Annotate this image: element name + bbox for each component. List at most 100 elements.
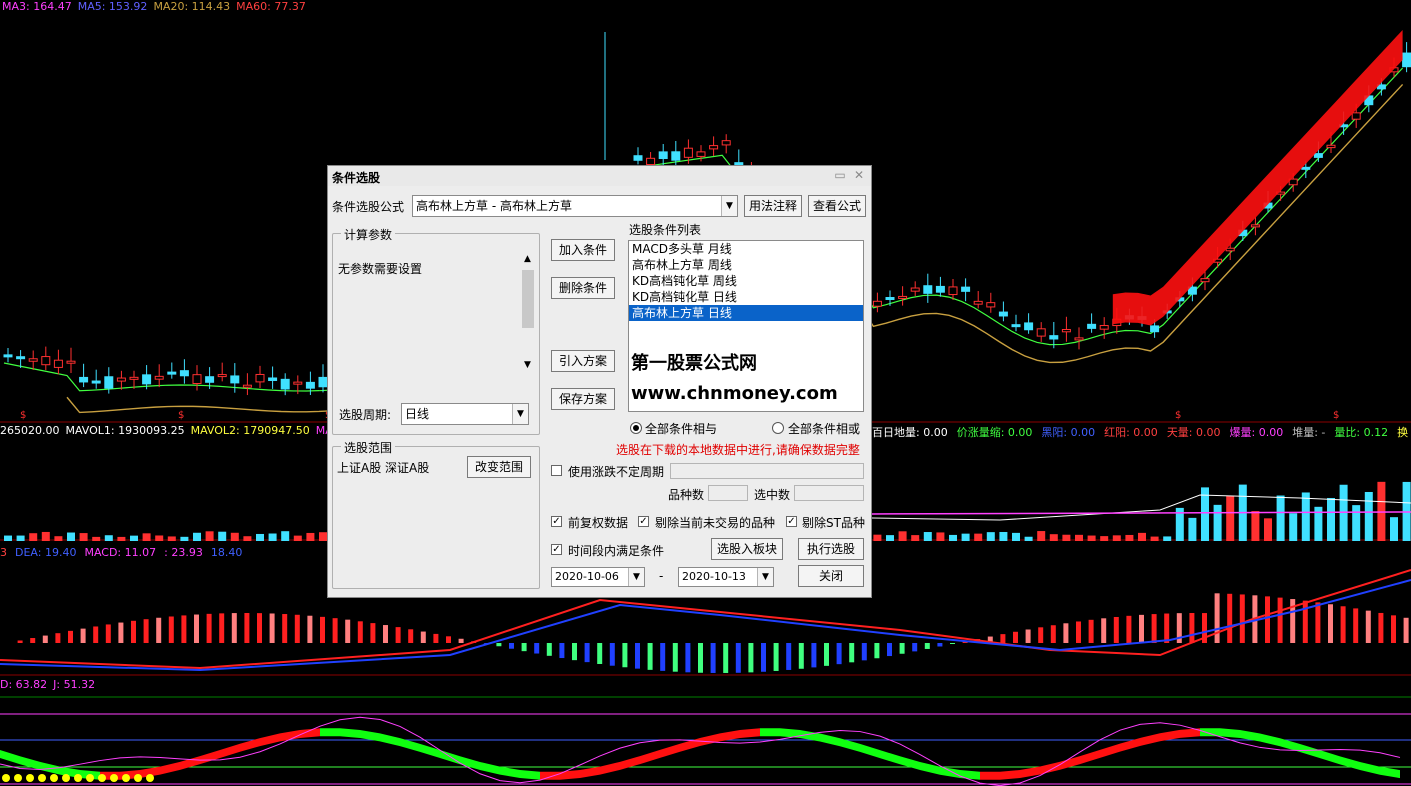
condition-list-item[interactable]: 高布林上方草 日线 bbox=[629, 305, 863, 321]
volume-bar bbox=[54, 536, 63, 541]
exclude-untraded-label[interactable]: 剔除当前未交易的品种 bbox=[655, 514, 775, 531]
volume-bar bbox=[218, 531, 227, 541]
scroll-thumb[interactable] bbox=[522, 270, 534, 328]
count-label: 品种数 bbox=[668, 488, 705, 502]
macd-bar bbox=[131, 620, 136, 643]
import-scheme-button[interactable]: 引入方案 bbox=[551, 350, 615, 372]
volume-bar bbox=[92, 536, 101, 541]
macd-bar bbox=[1227, 593, 1233, 643]
time-segment-checkbox[interactable]: ✓ bbox=[551, 544, 562, 555]
change-range-button[interactable]: 改变范围 bbox=[467, 456, 531, 478]
radio-all-or[interactable] bbox=[772, 422, 784, 434]
radio-all-and[interactable] bbox=[630, 422, 642, 434]
date-from-picker[interactable]: 2020-10-06 ▼ bbox=[551, 567, 645, 587]
chevron-down-icon[interactable]: ▼ bbox=[628, 568, 644, 586]
add-to-block-button[interactable]: 选股入板块 bbox=[711, 538, 783, 560]
macd-bar bbox=[1403, 617, 1409, 643]
macd-bar bbox=[257, 613, 262, 643]
scroll-down-icon[interactable]: ▼ bbox=[520, 360, 535, 374]
kdj-dot bbox=[86, 774, 94, 782]
condition-list-item[interactable]: KD高档钝化草 日线 bbox=[629, 289, 863, 305]
kdj-dot bbox=[134, 774, 142, 782]
prev-restore-checkbox[interactable]: ✓ bbox=[551, 516, 562, 527]
exclude-st-checkbox[interactable]: ✓ bbox=[786, 516, 797, 527]
watermark-url: www.chnmoney.com bbox=[631, 383, 838, 404]
view-formula-button[interactable]: 查看公式 bbox=[808, 195, 866, 217]
prev-restore-label[interactable]: 前复权数据 bbox=[568, 514, 628, 531]
condition-list-item[interactable]: KD高档钝化草 周线 bbox=[629, 273, 863, 289]
indicator-value: 百日地量: 0.00 bbox=[872, 426, 948, 439]
candle-body bbox=[66, 360, 76, 364]
scroll-up-icon[interactable]: ▲ bbox=[520, 254, 535, 268]
volume-bar bbox=[1075, 534, 1083, 541]
delete-condition-button[interactable]: 删除条件 bbox=[551, 277, 615, 299]
macd-bar bbox=[647, 643, 653, 670]
chevron-down-icon[interactable]: ▼ bbox=[757, 568, 773, 586]
params-scrollbar[interactable]: ▲ ▼ bbox=[520, 254, 535, 374]
macd-bar bbox=[1113, 616, 1119, 643]
execute-button[interactable]: 执行选股 bbox=[798, 538, 864, 560]
dialog-titlebar[interactable]: 条件选股 ▭ ✕ bbox=[328, 166, 871, 186]
add-condition-button[interactable]: 加入条件 bbox=[551, 239, 615, 261]
params-group: 计算参数 无参数需要设置 ▲ ▼ 选股周期: 日线 ▼ bbox=[332, 226, 540, 435]
macd-bar bbox=[231, 613, 237, 643]
condition-list-item[interactable]: 高布林上方草 周线 bbox=[629, 257, 863, 273]
save-scheme-button[interactable]: 保存方案 bbox=[551, 388, 615, 410]
macd-bar bbox=[685, 643, 691, 673]
macd-bar bbox=[307, 615, 313, 643]
chevron-down-icon[interactable]: ▼ bbox=[721, 196, 737, 216]
volume-bar bbox=[1264, 518, 1272, 541]
kdj-ribbon-segment bbox=[740, 728, 760, 738]
period-select[interactable]: 日线 ▼ bbox=[401, 403, 529, 425]
formula-select[interactable]: 高布林上方草 - 高布林上方草 ▼ bbox=[412, 195, 738, 217]
macd-bar bbox=[1391, 615, 1396, 643]
candle-body bbox=[1402, 52, 1411, 68]
kdj-ribbon-segment bbox=[560, 769, 580, 780]
condition-list-item[interactable]: MACD多头草 月线 bbox=[629, 241, 863, 257]
indicator-value: MAVOL1: 1930093.25 bbox=[65, 424, 185, 437]
candle-body bbox=[1011, 324, 1021, 328]
kdj-ribbon-segment bbox=[980, 771, 1000, 780]
volume-bar bbox=[1213, 504, 1222, 541]
volume-bar bbox=[193, 532, 201, 541]
time-segment-label[interactable]: 时间段内满足条件 bbox=[568, 542, 664, 559]
exclude-untraded-checkbox[interactable]: ✓ bbox=[638, 516, 649, 527]
volume-bar bbox=[949, 534, 957, 541]
chevron-down-icon[interactable]: ▼ bbox=[512, 404, 528, 424]
macd-bar bbox=[1214, 593, 1220, 643]
kdj-ribbon-segment bbox=[200, 749, 220, 765]
period-progress-field bbox=[670, 463, 864, 479]
condition-list[interactable]: MACD多头草 月线 高布林上方草 周线 KD高档钝化草 周线 KD高档钝化草 日线高… bbox=[628, 240, 864, 412]
kdj-ribbon-segment bbox=[940, 766, 960, 779]
indicator-value: : 23.93 bbox=[164, 546, 203, 559]
exclude-st-label[interactable]: 剔除ST品种 bbox=[802, 514, 865, 531]
volume-bar bbox=[1188, 517, 1197, 541]
macd-bar bbox=[1038, 627, 1044, 643]
kdj-dot bbox=[146, 774, 154, 782]
candle-body bbox=[683, 147, 693, 158]
kdj-ribbon-segment bbox=[1300, 743, 1320, 759]
help-icon[interactable]: ▭ bbox=[833, 168, 847, 182]
indicator-value: MA60: 77.37 bbox=[236, 0, 306, 13]
indicator-value: MACD: 11.07 bbox=[84, 546, 157, 559]
radio-all-and-label[interactable]: 全部条件相与 bbox=[645, 420, 717, 437]
macd-bar bbox=[698, 643, 703, 673]
macd-bar bbox=[937, 643, 943, 647]
close-button[interactable]: 关闭 bbox=[798, 565, 864, 587]
kdj-ribbon-segment bbox=[1100, 743, 1120, 758]
use-period-label[interactable]: 使用涨跌不定周期 bbox=[568, 463, 664, 480]
kdj-ribbon-segment bbox=[1380, 766, 1400, 779]
indicator-value: 换 bbox=[1397, 426, 1409, 439]
macd-bar bbox=[1025, 629, 1031, 643]
candle-body bbox=[230, 375, 240, 384]
signal-marker: $ bbox=[178, 410, 184, 421]
date-to-picker[interactable]: 2020-10-13 ▼ bbox=[678, 567, 774, 587]
volume-indicator-row: 265020.00 MAVOL1: 1930093.25 MAVOL2: 17909… bbox=[0, 424, 346, 437]
macd-bar bbox=[1315, 602, 1321, 643]
close-icon[interactable]: ✕ bbox=[852, 168, 866, 182]
kdj-ribbon-segment bbox=[1000, 769, 1020, 780]
radio-all-or-label[interactable]: 全部条件相或 bbox=[788, 420, 860, 437]
usage-notes-button[interactable]: 用法注释 bbox=[744, 195, 802, 217]
use-period-checkbox[interactable] bbox=[551, 465, 562, 476]
macd-bar bbox=[1013, 631, 1018, 643]
